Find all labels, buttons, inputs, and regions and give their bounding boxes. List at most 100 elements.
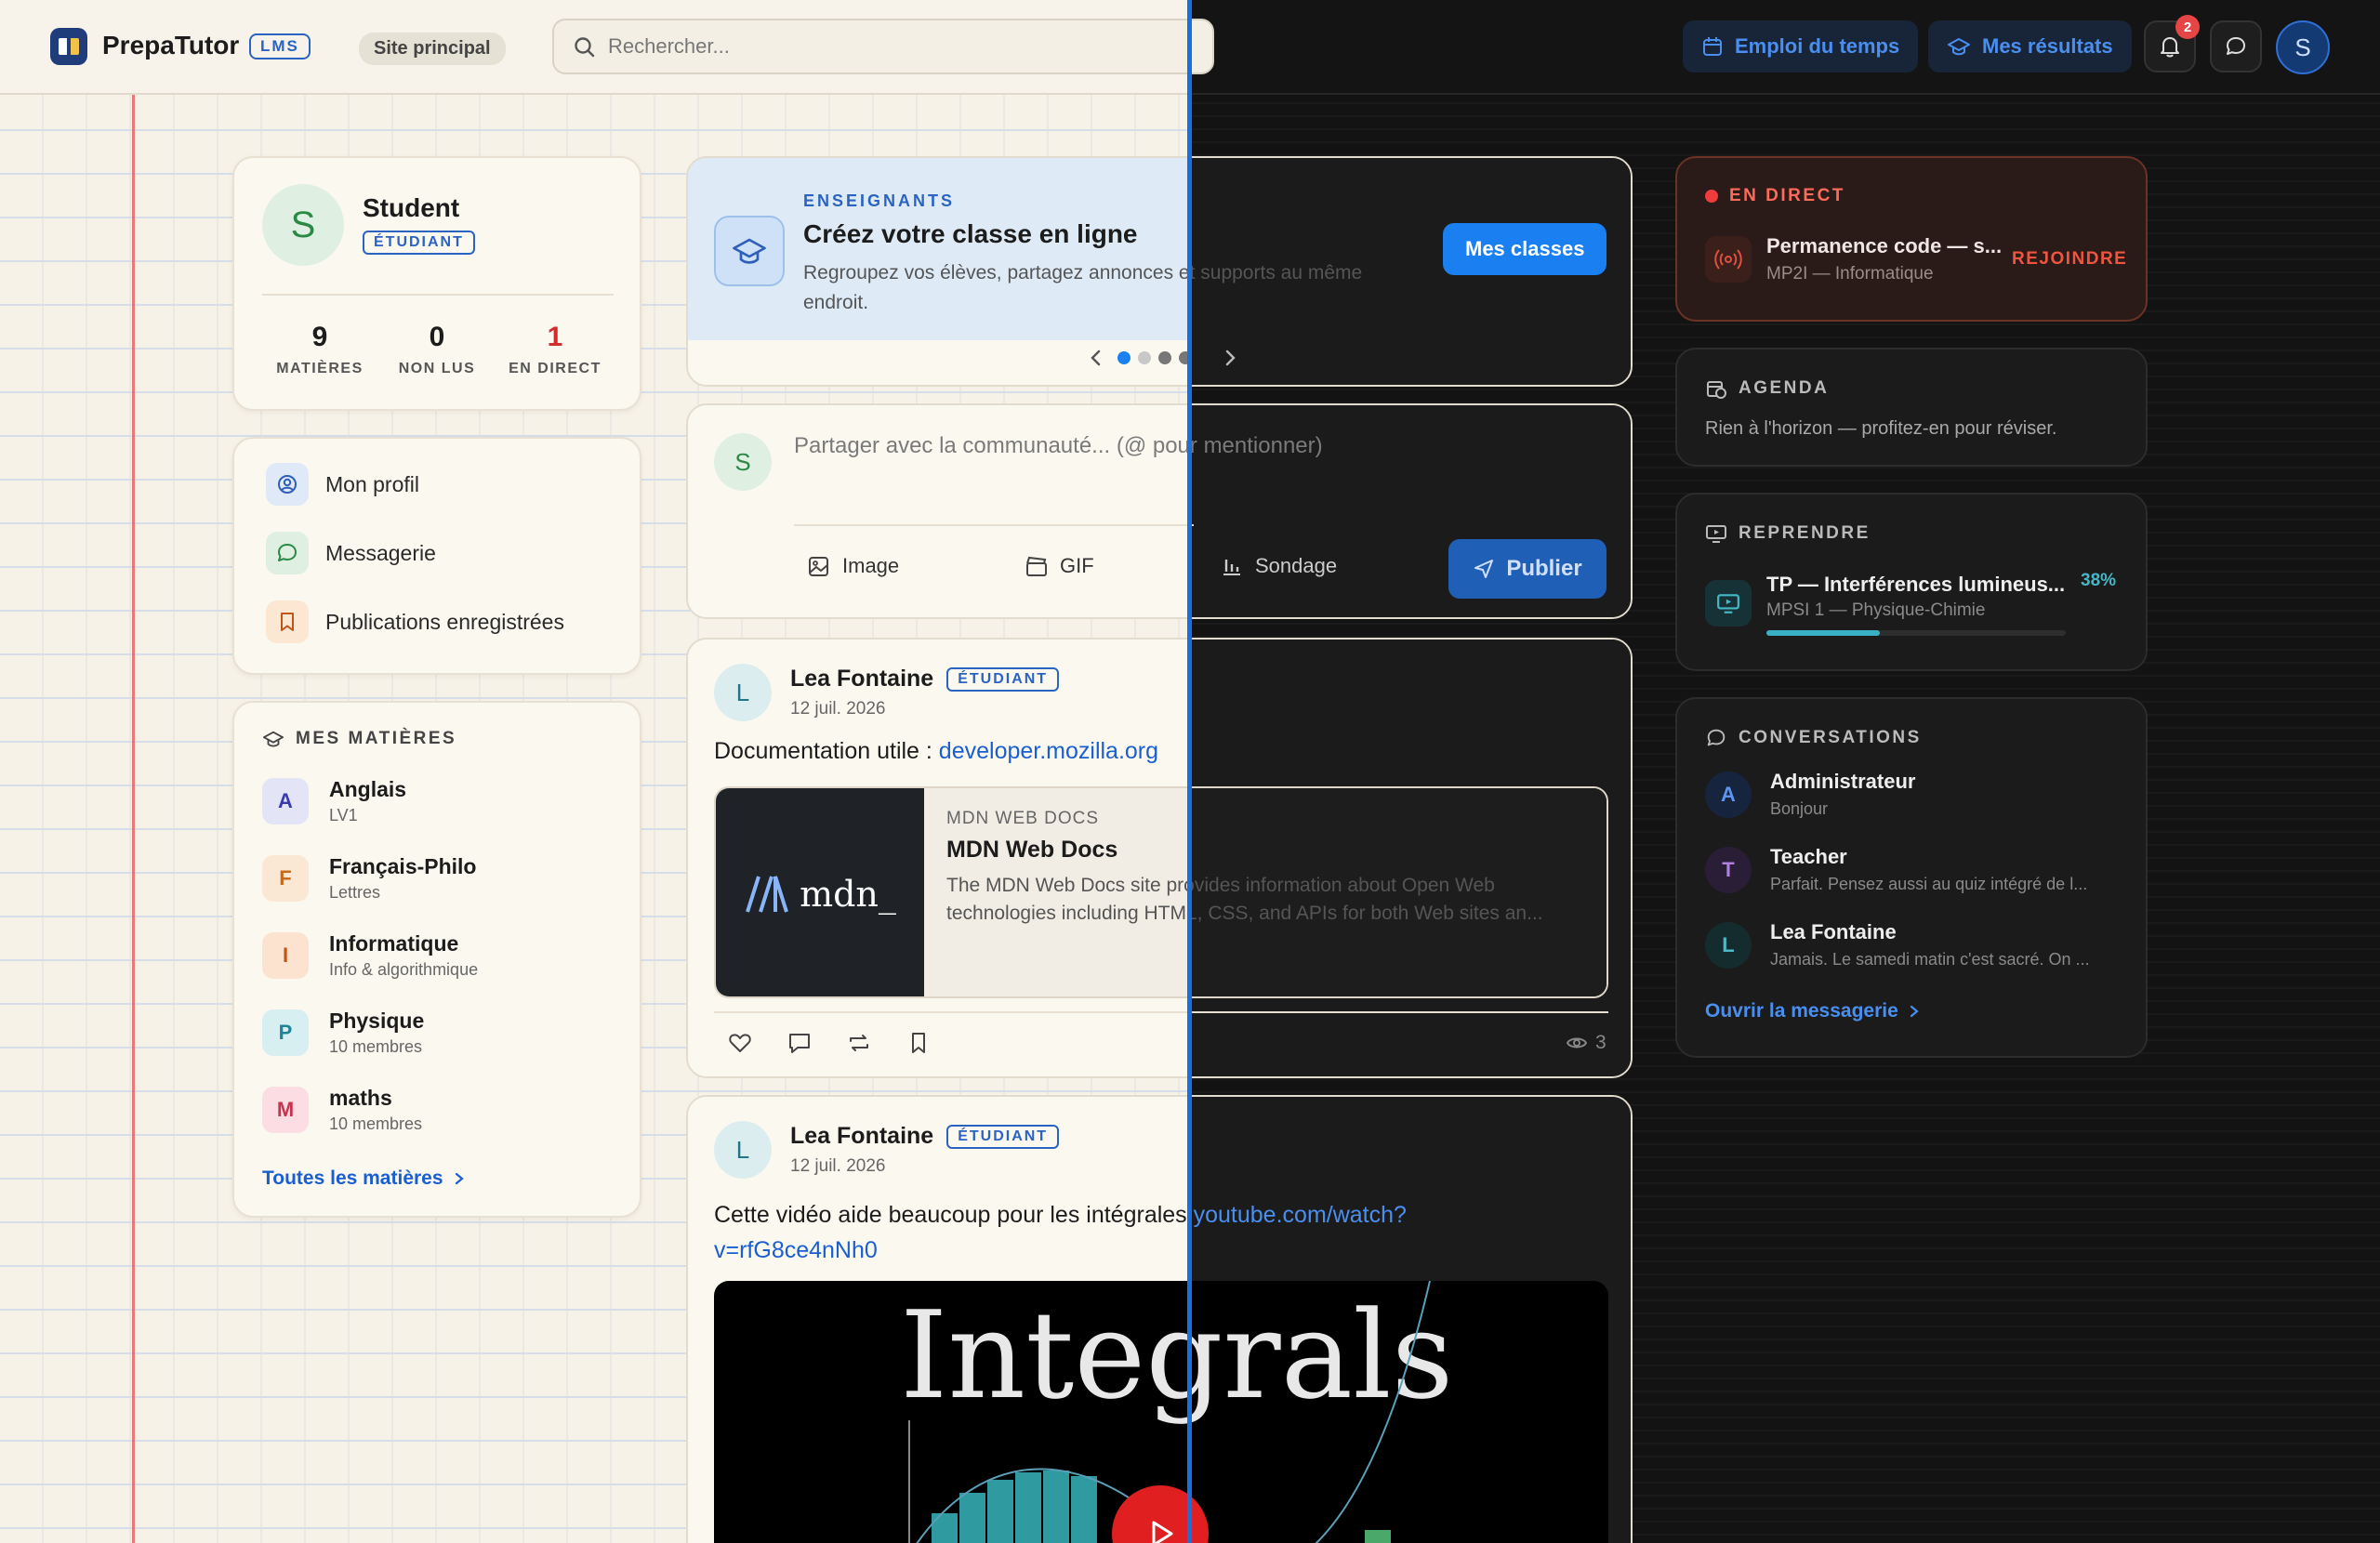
conversations-kicker-text: CONVERSATIONS: [1739, 728, 1922, 747]
add-image-button[interactable]: Image: [807, 554, 899, 578]
all-subjects-link[interactable]: Toutes les matières: [262, 1167, 466, 1190]
site-selector[interactable]: Site principal: [359, 33, 506, 65]
conversation-last-message: Parfait. Pensez aussi au quiz intégré de…: [1770, 875, 2088, 893]
profile-avatar[interactable]: S: [262, 184, 344, 266]
link-preview-card[interactable]: mdn_ MDN WEB DOCS MDN Web Docs The MDN W…: [714, 786, 1608, 998]
publish-label: Publier: [1506, 556, 1582, 581]
my-classes-button[interactable]: Mes classes: [1443, 223, 1607, 275]
user-circle-icon: [266, 463, 309, 506]
post-author-avatar[interactable]: L: [714, 664, 772, 721]
post-actions-divider: [714, 1011, 1608, 1013]
composer-divider: [794, 524, 1194, 526]
subject-avatar: A: [262, 778, 309, 824]
open-messaging-link[interactable]: Ouvrir la messagerie: [1705, 1000, 1921, 1022]
subject-item[interactable]: I Informatique Info & algorithmique: [262, 931, 478, 980]
carousel-dot[interactable]: [1158, 351, 1171, 364]
bell-icon: [2161, 37, 2179, 58]
chat-bubble-icon: [2227, 37, 2245, 55]
open-messaging-label: Ouvrir la messagerie: [1705, 1000, 1898, 1022]
comment-icon[interactable]: [787, 1030, 813, 1056]
stat-subjects-label: MATIÈRES: [276, 361, 364, 376]
nav-saved-posts[interactable]: Publications enregistrées: [266, 600, 564, 643]
bookmark-icon[interactable]: [906, 1030, 932, 1056]
agenda-card: AGENDA Rien à l'horizon — profitez-en po…: [1675, 348, 2148, 467]
nav-my-profile-label: Mon profil: [325, 471, 419, 496]
banner-kicker: ENSEIGNANTS: [803, 191, 956, 210]
conversation-item[interactable]: A Administrateur Bonjour: [1705, 770, 1915, 819]
post-body-link[interactable]: developer.mozilla.org: [939, 738, 1158, 764]
conversation-text: Administrateur Bonjour: [1770, 770, 1915, 819]
post-body-link-continued[interactable]: v=rfG8ce4nNh0: [714, 1237, 878, 1263]
subject-item[interactable]: F Français-Philo Lettres: [262, 854, 476, 903]
search-input[interactable]: Rechercher...: [552, 19, 1214, 74]
preview-description: The MDN Web Docs site provides informati…: [946, 875, 1543, 924]
video-embed[interactable]: Integrals: [714, 1281, 1608, 1543]
subject-avatar: I: [262, 932, 309, 979]
brand-logo-icon[interactable]: [50, 28, 87, 65]
nav-saved-posts-label: Publications enregistrées: [325, 609, 564, 634]
subjects-title-text: MES MATIÈRES: [296, 729, 457, 748]
notifications-button[interactable]: 2: [2144, 15, 2200, 73]
results-button[interactable]: Mes résultats: [1928, 20, 2132, 73]
carousel-dots: [1117, 351, 1192, 364]
post-author-name[interactable]: Lea Fontaine: [790, 666, 933, 692]
post-author-name[interactable]: Lea Fontaine: [790, 1123, 933, 1150]
resume-course-title[interactable]: TP — Interférences lumineus...: [1766, 573, 2065, 597]
carousel-dot-active[interactable]: [1117, 351, 1130, 364]
brand-name[interactable]: PrepaTutor: [102, 31, 239, 60]
live-dot-icon: [1705, 190, 1718, 203]
theme-split-divider[interactable]: [1187, 0, 1192, 1543]
agenda-kicker-text: AGENDA: [1739, 378, 1830, 398]
composer-input[interactable]: Partager avec la communauté... (@ pour m…: [794, 433, 1603, 459]
conversation-name: Administrateur: [1770, 770, 1916, 793]
schedule-button[interactable]: Emploi du temps: [1683, 20, 1919, 73]
graduation-cap-icon: [1948, 38, 1970, 56]
conversation-item[interactable]: T Teacher Parfait. Pensez aussi au quiz in…: [1705, 845, 2087, 894]
post-author-role-badge: ÉTUDIANT: [946, 1124, 1060, 1149]
stat-unread: 0 NON LUS: [381, 322, 493, 377]
subject-item[interactable]: P Physique 10 membres: [262, 1009, 424, 1057]
nav-my-profile[interactable]: Mon profil: [266, 463, 419, 506]
subject-text: Français-Philo Lettres: [329, 854, 476, 903]
search-icon: [575, 37, 595, 58]
like-heart-icon[interactable]: [727, 1030, 753, 1056]
chevron-right-icon[interactable]: [1220, 346, 1240, 370]
publish-button[interactable]: Publier: [1448, 539, 1606, 599]
eye-icon: [1566, 1037, 1588, 1048]
add-poll-button[interactable]: Sondage: [1220, 554, 1337, 578]
monitor-play-icon: [1706, 525, 1726, 543]
repost-icon[interactable]: [846, 1030, 872, 1056]
subject-name: Français-Philo: [329, 854, 477, 878]
notebook-margin-line: [132, 95, 135, 1543]
chat-bubble-icon: [1707, 729, 1726, 746]
mdn-m-logo-icon: [746, 876, 788, 913]
user-avatar-button[interactable]: S: [2276, 20, 2330, 74]
nav-messaging[interactable]: Messagerie: [266, 532, 436, 574]
post-author-avatar[interactable]: L: [714, 1121, 772, 1179]
composer-avatar: S: [714, 433, 772, 491]
add-poll-label: Sondage: [1255, 554, 1338, 577]
join-live-button[interactable]: REJOINDRE: [2012, 249, 2127, 270]
post-body-link[interactable]: youtube.com/watch?: [1194, 1202, 1407, 1228]
subject-text: Informatique Info & algorithmique: [329, 931, 478, 980]
live-session-title[interactable]: Permanence code — s...: [1766, 234, 2002, 258]
subject-subtitle: Lettres: [329, 883, 381, 902]
profile-name[interactable]: Student: [363, 193, 459, 223]
broadcast-icon: [1705, 236, 1752, 283]
conversation-last-message: Jamais. Le samedi matin c'est sacré. On …: [1770, 950, 2090, 969]
add-gif-button[interactable]: GIF: [1025, 554, 1094, 578]
post-author-row: Lea Fontaine ÉTUDIANT: [790, 666, 1060, 692]
carousel-dot[interactable]: [1138, 351, 1151, 364]
banner-body: Regroupez vos élèves, partagez annonces …: [803, 262, 1363, 313]
messages-button[interactable]: [2210, 20, 2262, 73]
send-icon: [1474, 560, 1494, 578]
subject-name: Physique: [329, 1009, 425, 1033]
chevron-left-icon[interactable]: [1086, 346, 1106, 370]
feed-post: L Lea Fontaine ÉTUDIANT 12 juil. 2026 Do…: [686, 638, 1633, 1078]
subject-name: Anglais: [329, 777, 407, 801]
subject-item[interactable]: Mmaths 10 membres: [262, 1086, 422, 1134]
conversation-item[interactable]: L Lea Fontaine Jamais. Le samedi matin c'e…: [1705, 920, 2090, 969]
stat-subjects-value: 9: [311, 322, 328, 352]
subject-item[interactable]: A Anglais LV1: [262, 777, 406, 825]
resume-card: REPRENDRE TP — Interférences lumineus...…: [1675, 493, 2148, 671]
